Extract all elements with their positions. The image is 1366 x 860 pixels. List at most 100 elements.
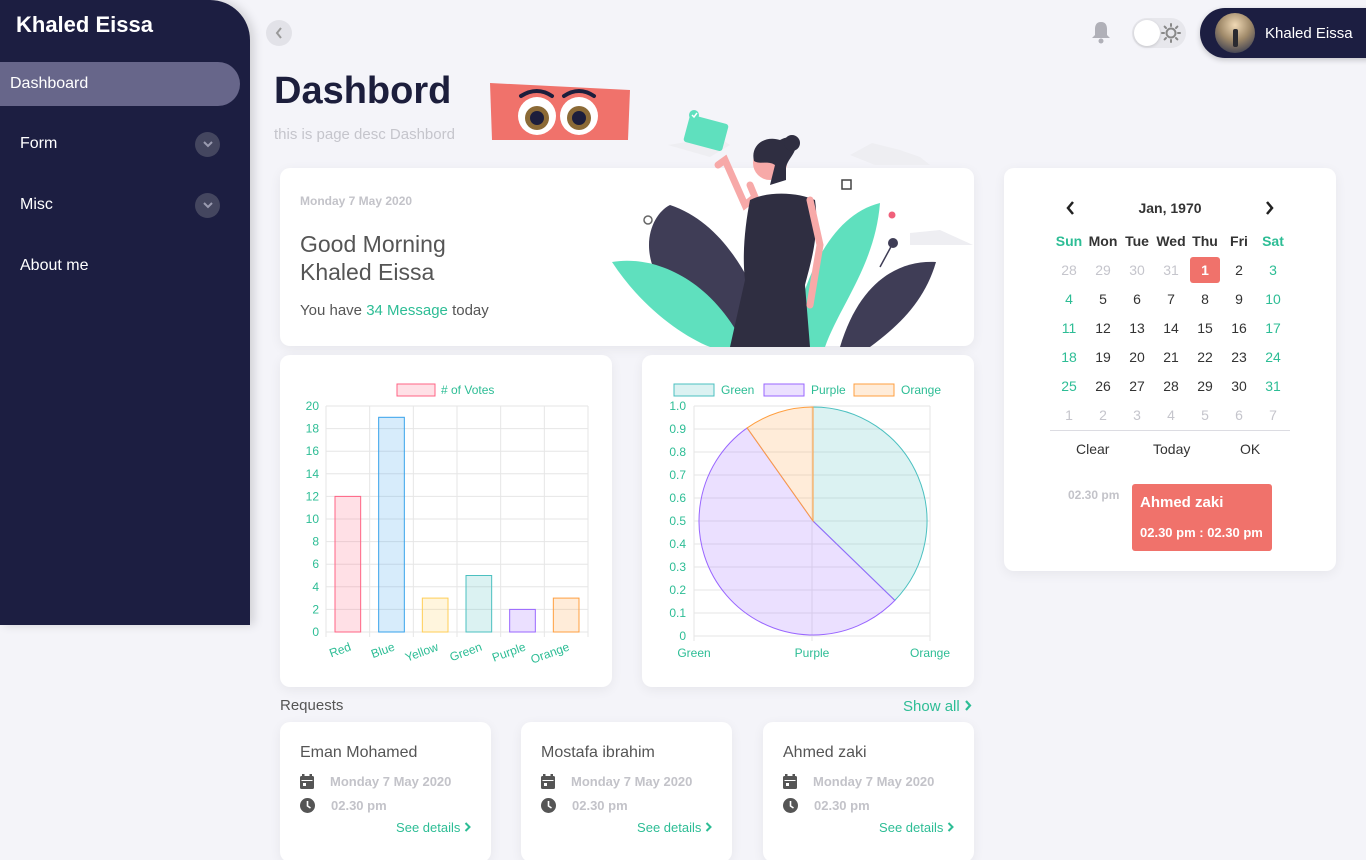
calendar-day[interactable]: 6 <box>1120 286 1154 312</box>
y-tick-label: 0.2 <box>669 583 686 597</box>
y-tick-label: 14 <box>306 467 320 481</box>
toggle-knob <box>1134 20 1160 46</box>
legend-swatch <box>396 383 436 397</box>
chevron-down-icon[interactable] <box>195 192 220 218</box>
calendar-day[interactable]: 10 <box>1256 286 1290 312</box>
chevron-down-icon[interactable] <box>195 131 220 157</box>
legend-swatch <box>853 383 895 397</box>
calendar-day[interactable]: 6 <box>1222 402 1256 428</box>
event-card[interactable]: Ahmed zaki 02.30 pm : 02.30 pm <box>1132 484 1272 551</box>
show-all-link[interactable]: Show all <box>903 698 972 715</box>
greeting-line-1: Good Morning <box>300 231 446 257</box>
sidebar-item-misc[interactable]: Misc <box>0 183 240 227</box>
calendar-day[interactable]: 25 <box>1052 373 1086 399</box>
calendar-day[interactable]: 18 <box>1052 344 1086 370</box>
calendar-day[interactable]: 13 <box>1120 315 1154 341</box>
sidebar-item-form[interactable]: Form <box>0 122 240 166</box>
see-details-link[interactable]: See details <box>396 820 471 835</box>
calendar-week-row: 28 29 30 31 1 2 3 <box>1052 255 1290 284</box>
message-count-link[interactable]: 34 Message <box>366 302 448 319</box>
calendar-day[interactable]: 24 <box>1256 344 1290 370</box>
bell-icon[interactable] <box>1090 20 1112 49</box>
calendar-day[interactable]: 3 <box>1256 257 1290 283</box>
calendar-day[interactable]: 31 <box>1256 373 1290 399</box>
chevron-left-icon <box>275 27 282 39</box>
request-date-row: Monday 7 May 2020 <box>783 774 934 789</box>
x-tick-label: Green <box>677 646 710 660</box>
calendar-grid: Sun Mon Tue Wed Thu Fri Sat 28 29 30 31 1 2 3 4 5 6 7 8 9 10… <box>1052 226 1290 429</box>
calendar-day[interactable]: 30 <box>1222 373 1256 399</box>
calendar-day[interactable]: 7 <box>1154 286 1188 312</box>
bar-chart-card: # of Votes 0 2 4 6 8 10 12 14 16 18 20 Red Blue Yellow… <box>280 355 612 687</box>
calendar-day[interactable]: 28 <box>1154 373 1188 399</box>
calendar-ok-button[interactable]: OK <box>1240 441 1260 457</box>
calendar-day[interactable]: 29 <box>1086 257 1120 283</box>
calendar-day[interactable]: 23 <box>1222 344 1256 370</box>
calendar-day[interactable]: 16 <box>1222 315 1256 341</box>
brand-title: Khaled Eissa <box>16 12 153 37</box>
calendar-day[interactable]: 26 <box>1086 373 1120 399</box>
calendar-day[interactable]: 22 <box>1188 344 1222 370</box>
request-time: 02.30 pm <box>331 798 387 813</box>
calendar-day[interactable]: 29 <box>1188 373 1222 399</box>
calendar-day[interactable]: 11 <box>1052 315 1086 341</box>
bar <box>552 597 580 633</box>
see-details-label: See details <box>879 820 944 835</box>
sidebar-item-dashboard[interactable]: Dashboard <box>0 62 240 106</box>
y-tick-label: 20 <box>306 399 320 413</box>
calendar-day[interactable]: 4 <box>1052 286 1086 312</box>
calendar-day[interactable]: 9 <box>1222 286 1256 312</box>
calendar-day[interactable]: 30 <box>1120 257 1154 283</box>
calendar-day[interactable]: 2 <box>1086 402 1120 428</box>
y-tick-label: 0 <box>312 625 319 639</box>
sidebar-item-label: About me <box>20 257 89 274</box>
y-tick-label: 8 <box>312 535 319 549</box>
y-tick-label: 1.0 <box>669 399 686 413</box>
calendar-day[interactable]: 12 <box>1086 315 1120 341</box>
theme-toggle[interactable] <box>1132 18 1186 48</box>
calendar-day[interactable]: 20 <box>1120 344 1154 370</box>
calendar-day[interactable]: 31 <box>1154 257 1188 283</box>
calendar-day[interactable]: 19 <box>1086 344 1120 370</box>
y-tick-label: 12 <box>306 489 320 503</box>
calendar-day[interactable]: 4 <box>1154 402 1188 428</box>
calendar-week-row: 11 12 13 14 15 16 17 <box>1052 313 1290 342</box>
calendar-day[interactable]: 27 <box>1120 373 1154 399</box>
y-tick-label: 16 <box>306 444 320 458</box>
user-menu[interactable]: Khaled Eissa <box>1200 8 1366 58</box>
calendar-clear-button[interactable]: Clear <box>1076 441 1109 457</box>
see-details-link[interactable]: See details <box>637 820 712 835</box>
calendar-day[interactable]: 28 <box>1052 257 1086 283</box>
request-time: 02.30 pm <box>572 798 628 813</box>
collapse-sidebar-button[interactable] <box>266 20 292 46</box>
calendar-day[interactable]: 1 <box>1052 402 1086 428</box>
sidebar-item-about[interactable]: About me <box>0 244 240 288</box>
calendar-day[interactable]: 1 <box>1190 256 1220 283</box>
show-all-label: Show all <box>903 698 960 715</box>
calendar-day[interactable]: 3 <box>1120 402 1154 428</box>
calendar-day[interactable]: 17 <box>1256 315 1290 341</box>
calendar-day[interactable]: 8 <box>1188 286 1222 312</box>
message-prefix: You have <box>300 302 363 319</box>
x-tick-label: Green <box>448 640 484 665</box>
chevron-right-icon[interactable] <box>1264 201 1274 215</box>
see-details-link[interactable]: See details <box>879 820 954 835</box>
calendar-day[interactable]: 5 <box>1188 402 1222 428</box>
clock-icon <box>300 798 315 813</box>
weekday-label: Wed <box>1156 232 1186 249</box>
calendar-week-row: 4 5 6 7 8 9 10 <box>1052 284 1290 313</box>
y-tick-label: 0.8 <box>669 445 686 459</box>
bar-chart: # of Votes 0 2 4 6 8 10 12 14 16 18 20 Red Blue Yellow… <box>306 383 589 667</box>
calendar-day[interactable]: 2 <box>1222 257 1256 283</box>
x-tick-label: Red <box>327 640 352 661</box>
calendar-day[interactable]: 7 <box>1256 402 1290 428</box>
calendar-day[interactable]: 15 <box>1188 315 1222 341</box>
calendar-day[interactable]: 5 <box>1086 286 1120 312</box>
calendar-day[interactable]: 21 <box>1154 344 1188 370</box>
calendar-day[interactable]: 14 <box>1154 315 1188 341</box>
request-name: Mostafa ibrahim <box>541 744 655 761</box>
request-time-row: 02.30 pm <box>541 798 628 813</box>
calendar-month-label[interactable]: Jan, 1970 <box>1004 200 1336 216</box>
request-card: Ahmed zaki Monday 7 May 2020 02.30 pm Se… <box>763 722 974 860</box>
calendar-today-button[interactable]: Today <box>1153 441 1190 457</box>
